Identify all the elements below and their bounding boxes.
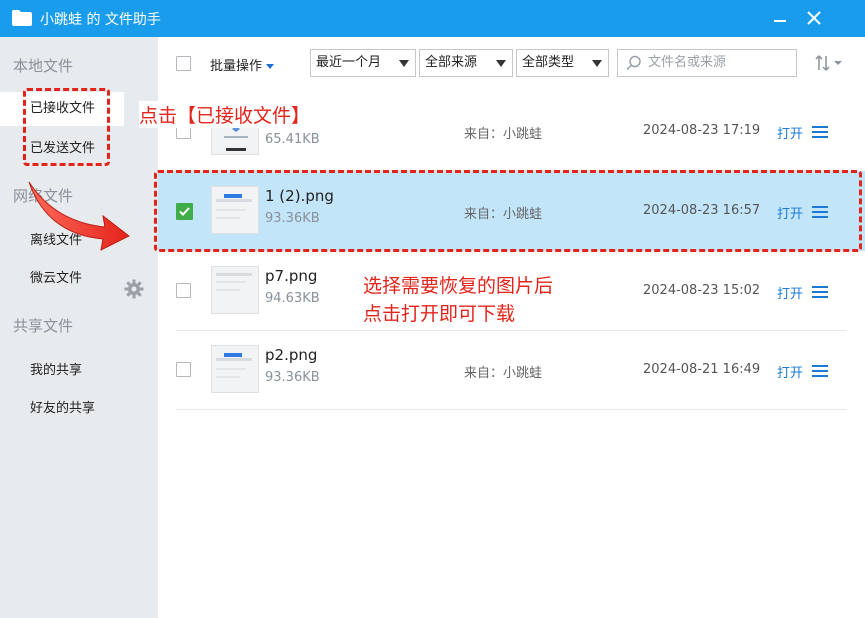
file-name: p7.png bbox=[265, 267, 318, 285]
annotation-step-line1: 选择需要恢复的图片后 bbox=[363, 275, 554, 297]
type-filter-select[interactable]: 全部类型 bbox=[516, 49, 609, 77]
annotation-box-selected-row bbox=[154, 170, 862, 252]
row-checkbox[interactable] bbox=[176, 283, 191, 298]
title-bar: 小跳蛙 的 文件助手 bbox=[0, 0, 865, 37]
gear-icon[interactable] bbox=[124, 279, 144, 299]
file-source: 来自：小跳蛙 bbox=[464, 127, 543, 142]
select-all-checkbox[interactable] bbox=[176, 56, 191, 71]
row-checkbox[interactable] bbox=[176, 362, 191, 377]
file-name: p2.png bbox=[265, 346, 318, 364]
source-filter-value: 全部来源 bbox=[425, 55, 478, 70]
file-thumbnail bbox=[211, 266, 259, 314]
folder-icon bbox=[12, 10, 32, 26]
more-menu-icon[interactable] bbox=[812, 365, 828, 377]
file-row[interactable]: p2.png 93.36KB 来自：小跳蛙 2024-08-21 16:49 打… bbox=[158, 330, 865, 410]
sidebar-item-my-share[interactable]: 我的共享 bbox=[0, 354, 158, 388]
caret-down-icon bbox=[266, 64, 275, 69]
search-icon bbox=[626, 55, 641, 71]
sort-icon[interactable] bbox=[815, 53, 845, 73]
annotation-box-local-items bbox=[23, 88, 110, 166]
sidebar-header-shared: 共享文件 bbox=[13, 317, 74, 335]
time-filter-select[interactable]: 最近一个月 bbox=[310, 49, 416, 77]
open-button[interactable]: 打开 bbox=[777, 283, 803, 302]
dropdown-arrow-icon bbox=[496, 60, 506, 67]
more-menu-icon[interactable] bbox=[812, 286, 828, 298]
annotation-click-received: 点击【已接收文件】 bbox=[139, 101, 311, 128]
window-title: 小跳蛙 的 文件助手 bbox=[40, 12, 161, 28]
type-filter-value: 全部类型 bbox=[522, 55, 575, 70]
sidebar-header-local: 本地文件 bbox=[13, 57, 74, 75]
red-arrow-icon bbox=[28, 181, 130, 251]
file-date: 2024-08-23 15:02 bbox=[643, 283, 761, 298]
search-input[interactable]: 文件名或来源 bbox=[617, 49, 797, 77]
file-date: 2024-08-21 16:49 bbox=[643, 362, 761, 377]
file-size: 94.63KB bbox=[265, 291, 320, 306]
sidebar-item-friend-share[interactable]: 好友的共享 bbox=[0, 392, 158, 426]
file-date: 2024-08-23 17:19 bbox=[643, 123, 761, 138]
open-button[interactable]: 打开 bbox=[777, 123, 803, 142]
close-icon[interactable] bbox=[806, 10, 822, 26]
dropdown-arrow-icon bbox=[592, 60, 602, 67]
open-button[interactable]: 打开 bbox=[777, 362, 803, 381]
batch-operation-button[interactable]: 批量操作 bbox=[210, 55, 275, 74]
file-source: 来自：小跳蛙 bbox=[464, 366, 543, 381]
dropdown-arrow-icon bbox=[399, 60, 409, 67]
row-divider bbox=[176, 409, 847, 410]
search-placeholder: 文件名或来源 bbox=[648, 55, 727, 70]
time-filter-value: 最近一个月 bbox=[316, 55, 382, 70]
annotation-step-line2: 点击打开即可下载 bbox=[363, 303, 516, 325]
minimize-button[interactable] bbox=[774, 20, 786, 22]
file-size: 93.36KB bbox=[265, 370, 320, 385]
batch-label: 批量操作 bbox=[210, 59, 263, 74]
source-filter-select[interactable]: 全部来源 bbox=[419, 49, 513, 77]
file-size: 65.41KB bbox=[265, 132, 320, 147]
more-menu-icon[interactable] bbox=[812, 126, 828, 138]
file-thumbnail bbox=[211, 345, 259, 393]
